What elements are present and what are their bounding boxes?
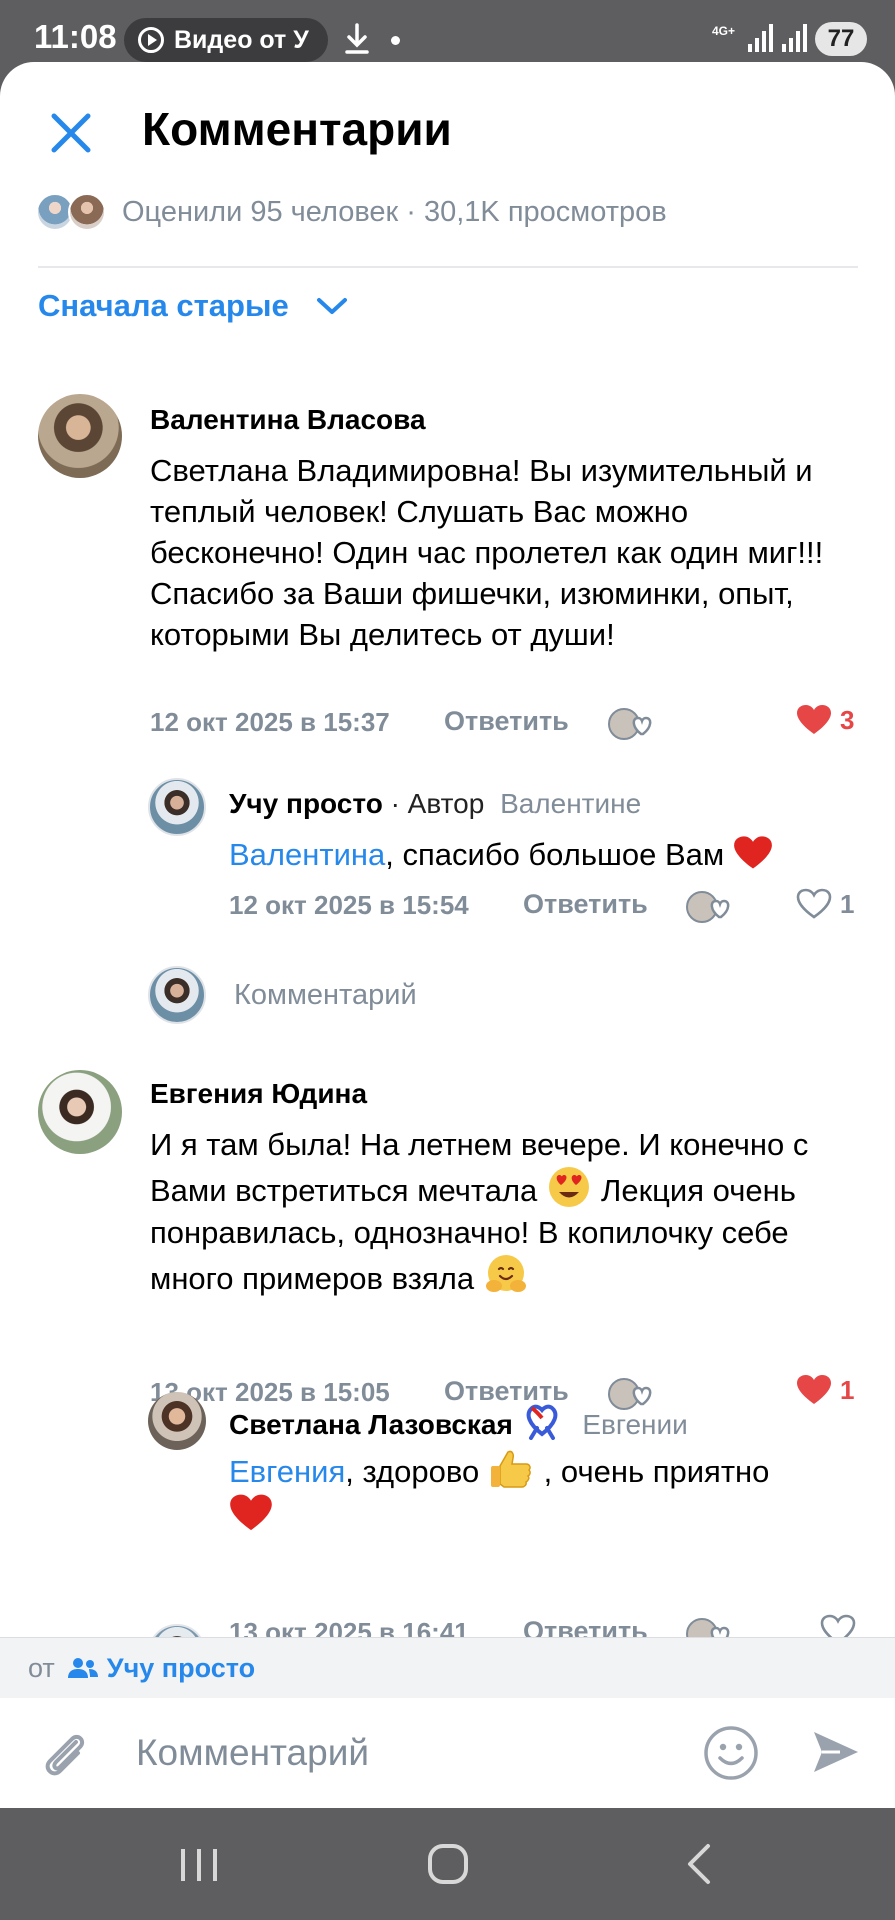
like-button[interactable]: 1 [796, 1374, 854, 1406]
thread-reply-input[interactable]: Комментарий [148, 966, 417, 1024]
heart-filled-icon [797, 1375, 831, 1404]
sort-dropdown[interactable]: Сначала старые [38, 288, 349, 324]
signal-icon [746, 22, 774, 59]
attach-button[interactable] [38, 1726, 92, 1789]
reply-button[interactable]: Ответить [523, 889, 648, 920]
send-button[interactable] [810, 1726, 862, 1783]
mention-link[interactable]: Валентина [229, 837, 385, 872]
author-name[interactable]: Светлана Лазовская [229, 1409, 513, 1440]
close-icon [51, 113, 91, 153]
recent-apps-icon [181, 1849, 217, 1881]
send-icon [814, 1732, 858, 1772]
comment-author[interactable]: Евгения Юдина [150, 1078, 367, 1110]
comment-author: Светлана Лазовская Евгении [229, 1404, 688, 1441]
author-badge: · Автор [390, 788, 485, 819]
play-icon [138, 27, 164, 53]
system-navigation-bar [0, 1808, 895, 1920]
author-name[interactable]: Учу просто [229, 788, 383, 819]
like-count: 1 [840, 888, 855, 919]
media-notification-pill[interactable]: Видео от У [124, 18, 328, 62]
emoji-button[interactable] [702, 1724, 760, 1787]
avatar [148, 966, 206, 1024]
signal-icon [780, 22, 808, 59]
smile-icon [704, 1726, 758, 1780]
comment-date: 12 окт 2025 в 15:54 [229, 890, 469, 920]
comment-text: Валентина, спасибо большое Вам [229, 834, 869, 876]
reactions-stats: Оценили 95 человек · 30,1K просмотров [122, 195, 667, 228]
react-button[interactable] [686, 887, 734, 927]
paperclip-icon [45, 1734, 85, 1776]
like-button[interactable]: 3 [796, 704, 854, 736]
divider [38, 266, 858, 268]
reactions-summary[interactable]: Оценили 95 человек · 30,1K просмотров [36, 190, 667, 234]
heart-outline-icon [796, 888, 832, 919]
avatar[interactable] [148, 778, 206, 836]
thread-reply-placeholder: Комментарий [234, 978, 417, 1011]
reply-button[interactable]: Ответить [444, 1376, 569, 1407]
like-count: 1 [840, 1374, 855, 1405]
chevron-down-icon [316, 298, 347, 314]
hugging-face-emoji [474, 1255, 528, 1297]
post-as-prefix: от [28, 1652, 55, 1683]
comments-sheet: Комментарии Оценили 95 человек · 30,1K п… [0, 62, 895, 1808]
react-button[interactable] [608, 704, 656, 744]
page-title: Комментарии [142, 103, 452, 155]
download-icon [342, 22, 372, 61]
avatar-heart-icon [686, 891, 730, 923]
mention-link[interactable]: Евгения [229, 1454, 345, 1489]
comment-text: Евгения, здорово , очень приятно [229, 1448, 869, 1538]
avatar [68, 193, 106, 231]
recent-apps-button[interactable] [178, 1846, 220, 1889]
back-icon [688, 1844, 710, 1884]
comment-text: Светлана Владимировна! Вы изумительный и… [150, 453, 824, 652]
thumbs-up-emoji [488, 1450, 544, 1490]
reply-button[interactable]: Ответить [444, 706, 569, 737]
comment-input[interactable] [134, 1724, 678, 1782]
comment-date: 12 окт 2025 в 15:37 [150, 707, 390, 737]
heart-eyes-emoji [537, 1167, 601, 1209]
post-as-name[interactable]: Учу просто [107, 1653, 255, 1684]
heart-filled-icon [797, 705, 831, 734]
avatar[interactable] [38, 394, 122, 478]
comment-text: И я там была! На летнем вечере. И конечн… [150, 1127, 809, 1297]
sort-label: Сначала старые [38, 288, 289, 323]
reply-addressee[interactable]: Валентине [500, 788, 641, 819]
post-as-bar[interactable]: от Учу просто [0, 1637, 895, 1698]
like-count: 3 [840, 704, 855, 735]
red-heart-emoji [733, 836, 773, 873]
media-notification-text: Видео от У [174, 25, 309, 54]
reply-addressee[interactable]: Евгении [582, 1409, 687, 1440]
comment-author: Учу просто · Автор Валентине [229, 788, 641, 820]
home-icon [428, 1844, 468, 1884]
network-type: 4G+ [712, 24, 736, 38]
close-button[interactable] [44, 106, 98, 160]
ribbon-emoji [513, 1404, 571, 1441]
avatar[interactable] [148, 1392, 206, 1450]
status-time: 11:08 [34, 18, 117, 55]
like-button[interactable]: 1 [796, 888, 854, 920]
avatar[interactable] [38, 1070, 122, 1154]
battery-indicator: 77 [815, 22, 867, 56]
back-button[interactable] [682, 1842, 718, 1891]
comment-composer [0, 1698, 895, 1808]
home-button[interactable] [426, 1842, 470, 1891]
comment-author[interactable]: Валентина Власова [150, 404, 426, 436]
avatar-heart-icon [608, 708, 652, 740]
notification-dot-icon [391, 36, 400, 45]
community-icon [67, 1658, 98, 1678]
red-heart-emoji [229, 1494, 273, 1535]
